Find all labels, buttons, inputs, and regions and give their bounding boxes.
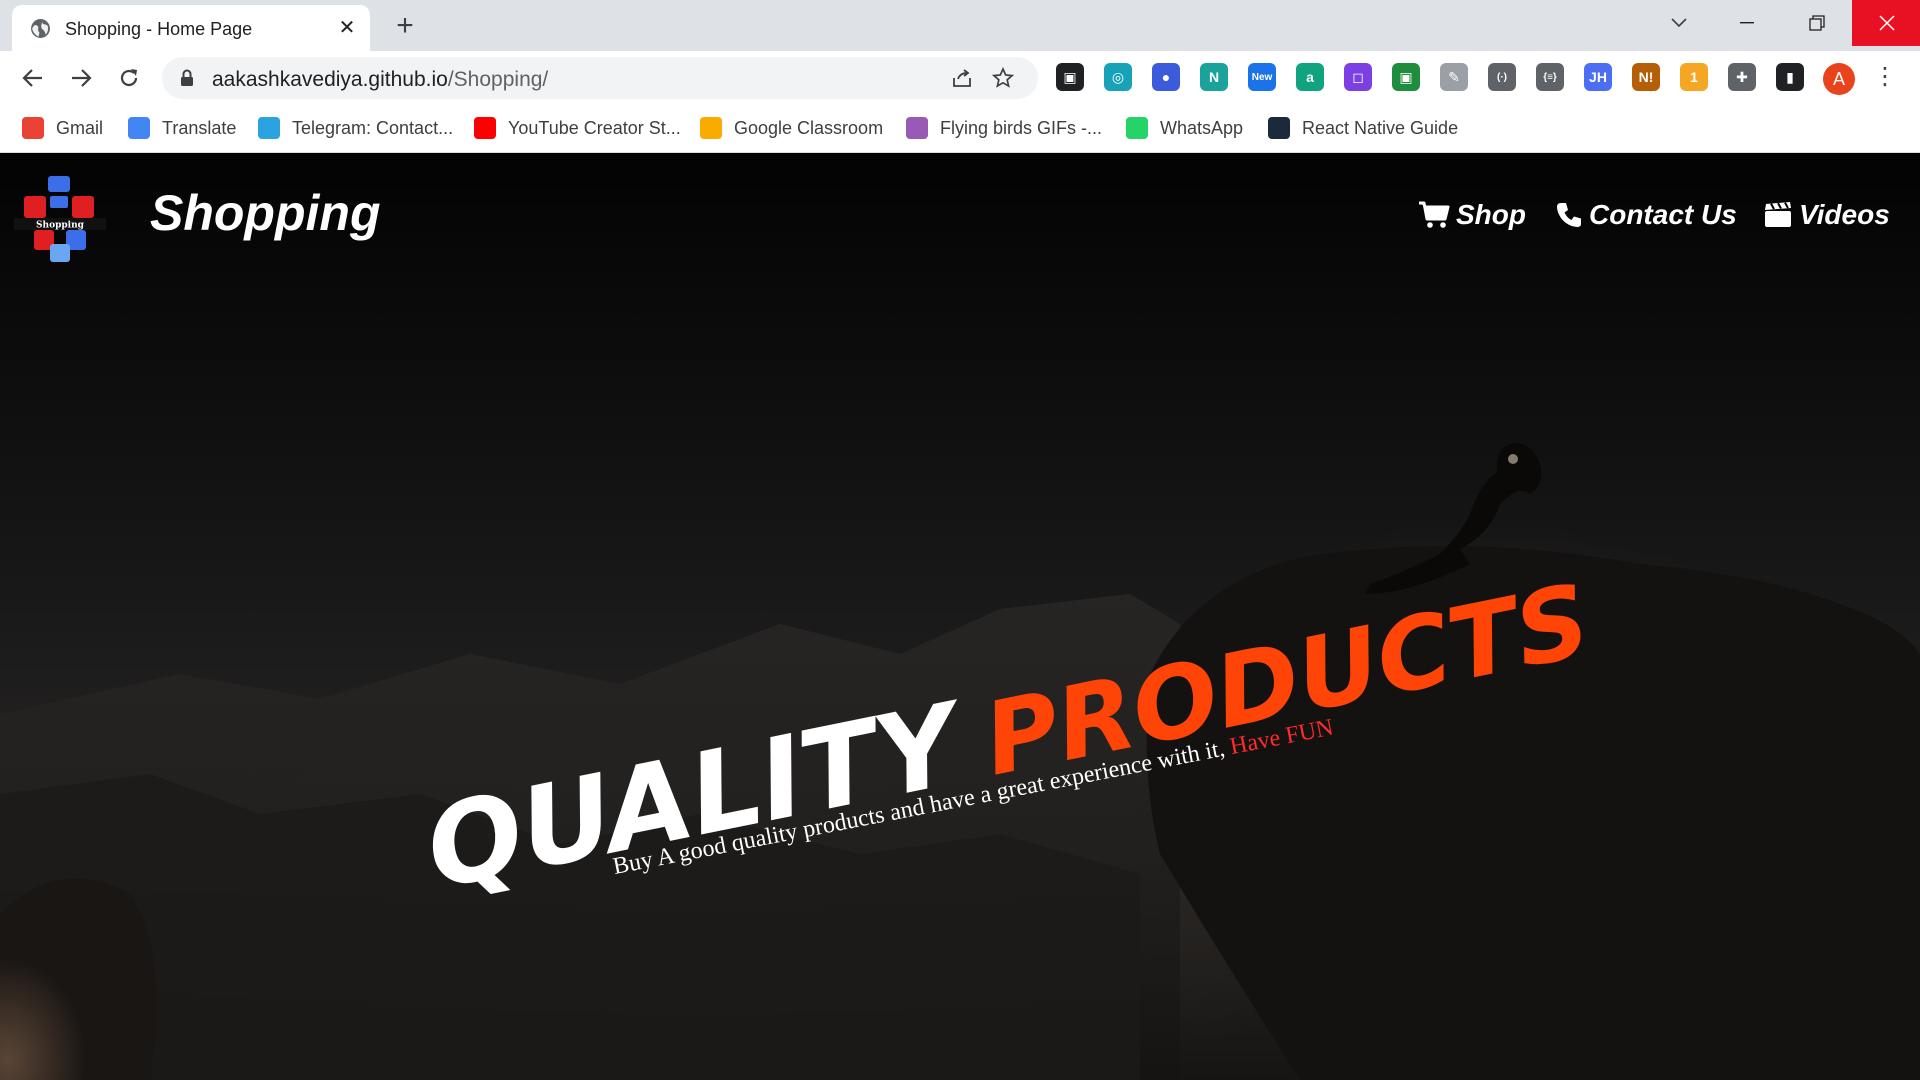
bookmark-favicon-icon (1126, 117, 1148, 139)
bookmark-youtube-creator-st[interactable]: YouTube Creator St... (474, 115, 681, 141)
ext-classroom-icon[interactable]: ▣ (1392, 63, 1420, 91)
bookmark-favicon-icon (474, 117, 496, 139)
bookmark-google-classroom[interactable]: Google Classroom (700, 115, 883, 141)
bookmark-label: Flying birds GIFs -... (940, 117, 1103, 138)
profile-avatar[interactable]: A (1823, 63, 1855, 95)
globe-icon (31, 19, 50, 38)
site-brand-title[interactable]: Shopping (150, 184, 381, 242)
ext-sidepanel-icon[interactable]: ▮ (1776, 63, 1804, 91)
bookmark-favicon-icon (700, 117, 722, 139)
bookmark-label: Gmail (56, 117, 104, 138)
ext-json-icon[interactable]: {≡} (1536, 63, 1564, 91)
back-icon[interactable] (16, 61, 50, 95)
bookmark-translate[interactable]: Translate (128, 115, 236, 141)
bookmark-favicon-icon (258, 117, 280, 139)
address-bar[interactable]: aakashkavediya.github.io/Shopping/ (162, 57, 1038, 99)
new-tab-button[interactable]: + (390, 11, 420, 42)
bookmark-react-native-guide[interactable]: React Native Guide (1268, 115, 1458, 141)
bookmark-telegram-contact[interactable]: Telegram: Contact... (258, 115, 453, 141)
bookmark-whatsapp[interactable]: WhatsApp (1126, 115, 1243, 141)
bookmark-favicon-icon (906, 117, 928, 139)
active-tab[interactable]: Shopping - Home Page ✕ (12, 5, 370, 51)
bookmark-label: YouTube Creator St... (508, 117, 681, 138)
bookmark-label: Google Classroom (734, 117, 884, 138)
tab-title: Shopping - Home Page (65, 19, 253, 39)
bookmark-gmail[interactable]: Gmail (22, 115, 103, 141)
bookmark-favicon-icon (128, 117, 150, 139)
clapperboard-icon (1765, 202, 1791, 227)
phone-icon (1557, 203, 1581, 227)
cart-icon (1419, 201, 1450, 228)
shopping-home-page: Shopping Shopping Shop Contact Us Videos… (0, 154, 1920, 1080)
ext-n-icon[interactable]: N (1200, 63, 1228, 91)
tab-strip: Shopping - Home Page ✕ + (0, 0, 1920, 51)
site-logo: Shopping (14, 176, 106, 262)
nav-videos-label: Videos (1799, 199, 1890, 230)
ext-purple-icon[interactable]: ◻ (1344, 63, 1372, 91)
ext-new-icon[interactable]: New (1248, 63, 1276, 91)
browser-menu-icon[interactable]: ⋮ (1872, 65, 1898, 91)
lock-icon (181, 69, 193, 86)
tab-close-icon[interactable]: ✕ (336, 17, 358, 39)
nav-videos-link[interactable]: Videos (1763, 199, 1890, 231)
bookmark-flying-birds-gifs[interactable]: Flying birds GIFs -... (906, 115, 1102, 141)
bookmark-label: Telegram: Contact... (292, 117, 454, 138)
ext-code-icon[interactable]: (·) (1488, 63, 1516, 91)
ext-swirl-icon[interactable]: ◎ (1104, 63, 1132, 91)
mountain-background-image (0, 443, 1920, 1080)
bookmark-favicon-icon (22, 117, 44, 139)
bookmark-favicon-icon (1268, 117, 1290, 139)
bookmarks-bar: Gmail Translate Telegram: Contact... YouTub… (0, 105, 1920, 153)
url-text: aakashkavediya.github.io/Shopping/ (212, 68, 549, 91)
browser-toolbar: aakashkavediya.github.io/Shopping/ ▣ ◎ ● N N… (0, 51, 1920, 105)
ext-puzzle-icon[interactable]: ✚ (1728, 63, 1756, 91)
close-window-icon[interactable] (1852, 0, 1920, 46)
bookmark-star-icon[interactable] (991, 66, 1015, 90)
nav-shop-label: Shop (1456, 199, 1526, 230)
forward-icon[interactable] (64, 61, 98, 95)
minimize-icon[interactable] (1712, 0, 1782, 46)
nav-shop-link[interactable]: Shop (1418, 199, 1526, 231)
bookmark-label: Translate (162, 117, 237, 138)
tab-search-icon[interactable] (1644, 0, 1714, 46)
reload-icon[interactable] (112, 61, 146, 95)
pip-icon[interactable]: ▣ (1056, 63, 1084, 91)
bookmark-label: React Native Guide (1302, 117, 1459, 138)
ext-a-icon[interactable]: a (1296, 63, 1324, 91)
nav-contact-link[interactable]: Contact Us (1555, 199, 1737, 231)
ext-jh-icon[interactable]: JH (1584, 63, 1612, 91)
share-icon[interactable] (950, 66, 974, 90)
restore-icon[interactable] (1782, 0, 1852, 46)
nav-contact-label: Contact Us (1589, 199, 1737, 230)
ext-pie-icon[interactable]: 1 (1680, 63, 1708, 91)
ext-ni-icon[interactable]: N! (1632, 63, 1660, 91)
svg-text:Shopping: Shopping (36, 221, 85, 231)
bookmark-label: WhatsApp (1160, 117, 1244, 138)
ext-pen-icon[interactable]: ✎ (1440, 63, 1468, 91)
ext-firefox-icon[interactable]: ● (1152, 63, 1180, 91)
